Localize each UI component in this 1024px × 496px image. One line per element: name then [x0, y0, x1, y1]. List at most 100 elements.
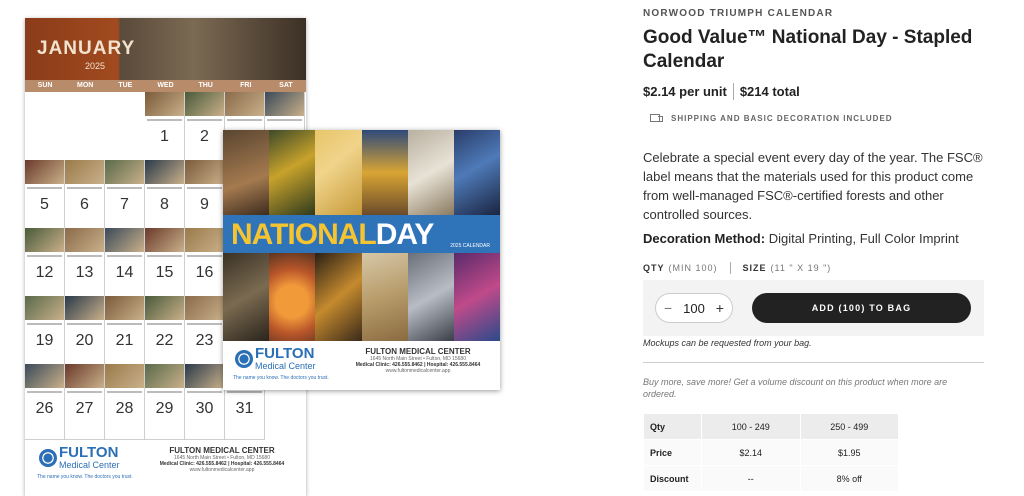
table-cell: 8% off	[799, 465, 899, 492]
day-photo	[145, 228, 184, 252]
weekday: TUE	[118, 82, 133, 89]
fulton-logo-icon	[37, 447, 59, 469]
day-number: 15	[155, 264, 174, 281]
weekday-row: SUN MON TUE WED THU FRI SAT	[25, 80, 306, 92]
table-cell: 100 - 249	[701, 413, 801, 440]
quantity-input[interactable]: 100	[683, 301, 705, 316]
day-number: 31	[235, 400, 254, 417]
row-label: Qty	[643, 413, 702, 440]
day-number: 9	[200, 196, 209, 213]
day-number: 8	[160, 196, 169, 213]
decrement-button[interactable]: −	[664, 300, 672, 316]
row-label: Price	[643, 439, 702, 466]
calendar-day-cell: 15	[145, 228, 185, 304]
day-photo	[185, 160, 224, 184]
add-to-bag-button[interactable]: ADD (100) TO BAG	[752, 293, 971, 323]
day-caption	[107, 255, 142, 257]
brand-name[interactable]: NORWOOD TRIUMPH CALENDAR	[643, 8, 833, 19]
fulton-logo-icon	[233, 348, 255, 370]
company-web: www.fultonmedicalcenter.app	[189, 467, 255, 473]
day-number: 28	[115, 400, 134, 417]
total-price: $214 total	[739, 84, 800, 99]
cover-banner: NATIONALDAY 2025 CALENDAR	[223, 215, 500, 253]
pricing-table: Qty 100 - 249 250 - 499 Price $2.14 $1.9…	[643, 413, 899, 492]
day-caption	[187, 119, 222, 121]
quantity-stepper[interactable]: − 100 +	[655, 293, 733, 323]
day-caption	[147, 323, 182, 325]
cover-footer: FULTON Medical Center FULTON MEDICAL CENT…	[233, 345, 493, 387]
day-caption	[67, 391, 102, 393]
day-caption	[27, 255, 62, 257]
calendar-day-cell: 6	[65, 160, 105, 236]
day-photo	[225, 92, 264, 116]
day-caption	[147, 187, 182, 189]
calendar-day-cell: 14	[105, 228, 145, 304]
day-number: 20	[75, 332, 94, 349]
day-number: 5	[40, 196, 49, 213]
day-photo	[25, 228, 64, 252]
calendar-day-cell: 29	[145, 364, 185, 440]
weekday: SUN	[37, 82, 53, 89]
calendar-day-cell: 13	[65, 228, 105, 304]
day-photo	[105, 296, 144, 320]
day-photo	[145, 92, 184, 116]
logo-name: FULTON	[255, 345, 315, 362]
calendar-day-cell: 21	[105, 296, 145, 372]
shipping-text: SHIPPING AND BASIC DECORATION INCLUDED	[671, 113, 893, 123]
day-number: 6	[80, 196, 89, 213]
day-photo	[25, 160, 64, 184]
weekday: FRI	[240, 82, 252, 89]
day-photo	[185, 92, 224, 116]
calendar-back-footer: FULTON Medical Center FULTON MEDICAL CENT…	[25, 445, 306, 496]
day-photo	[145, 296, 184, 320]
day-number: 19	[35, 332, 54, 349]
calendar-day-cell: 1	[145, 92, 185, 168]
calendar-day-cell: 26	[25, 364, 65, 440]
day-caption	[27, 323, 62, 325]
company-name: FULTON MEDICAL CENTER	[365, 347, 471, 356]
product-description: Celebrate a special event every day of t…	[643, 150, 983, 222]
day-number: 23	[195, 332, 214, 349]
mockups-note: Mockups can be requested from your bag.	[643, 338, 812, 348]
day-number: 13	[75, 264, 94, 281]
day-caption	[227, 391, 262, 393]
day-photo	[145, 364, 184, 388]
cover-year: 2025 CALENDAR	[450, 243, 490, 249]
day-caption	[107, 187, 142, 189]
day-number: 2	[200, 128, 209, 145]
qty-label: QTY	[643, 263, 665, 273]
day-number: 16	[195, 264, 214, 281]
cover-word-national: NATIONAL	[231, 218, 377, 251]
day-photo	[25, 296, 64, 320]
day-number: 26	[35, 400, 54, 417]
day-number: 30	[195, 400, 214, 417]
calendar-day-cell: 22	[145, 296, 185, 372]
day-photo	[185, 228, 224, 252]
day-number: 12	[35, 264, 54, 281]
day-number: 7	[120, 196, 129, 213]
calendar-day-cell: 8	[145, 160, 185, 236]
day-photo	[65, 364, 104, 388]
product-info: NORWOOD TRIUMPH CALENDAR Good Value™ Nat…	[643, 0, 1024, 496]
day-caption	[267, 119, 302, 121]
calendar-year: 2025	[85, 61, 106, 71]
calendar-day-cell: 12	[25, 228, 65, 304]
increment-button[interactable]: +	[716, 300, 724, 316]
weekday: SAT	[279, 82, 293, 89]
shipping-note: SHIPPING AND BASIC DECORATION INCLUDED	[650, 113, 893, 123]
decoration-value: Digital Printing, Full Color Imprint	[768, 231, 959, 246]
calendar-day-cell: 16	[185, 228, 225, 304]
day-caption	[147, 255, 182, 257]
calendar-day-cell: 30	[185, 364, 225, 440]
day-photo	[65, 228, 104, 252]
calendar-day-cell: 2	[185, 92, 225, 168]
company-name: FULTON MEDICAL CENTER	[169, 446, 275, 455]
cover-top-photos	[223, 130, 501, 215]
day-photo	[185, 364, 224, 388]
calendar-day-cell: 19	[25, 296, 65, 372]
truck-icon	[650, 113, 664, 123]
day-caption	[187, 323, 222, 325]
buy-box: − 100 + ADD (100) TO BAG	[643, 280, 984, 336]
unit-price: $2.14 per unit	[643, 84, 727, 99]
volume-discount-note: Buy more, save more! Get a volume discou…	[643, 377, 948, 399]
